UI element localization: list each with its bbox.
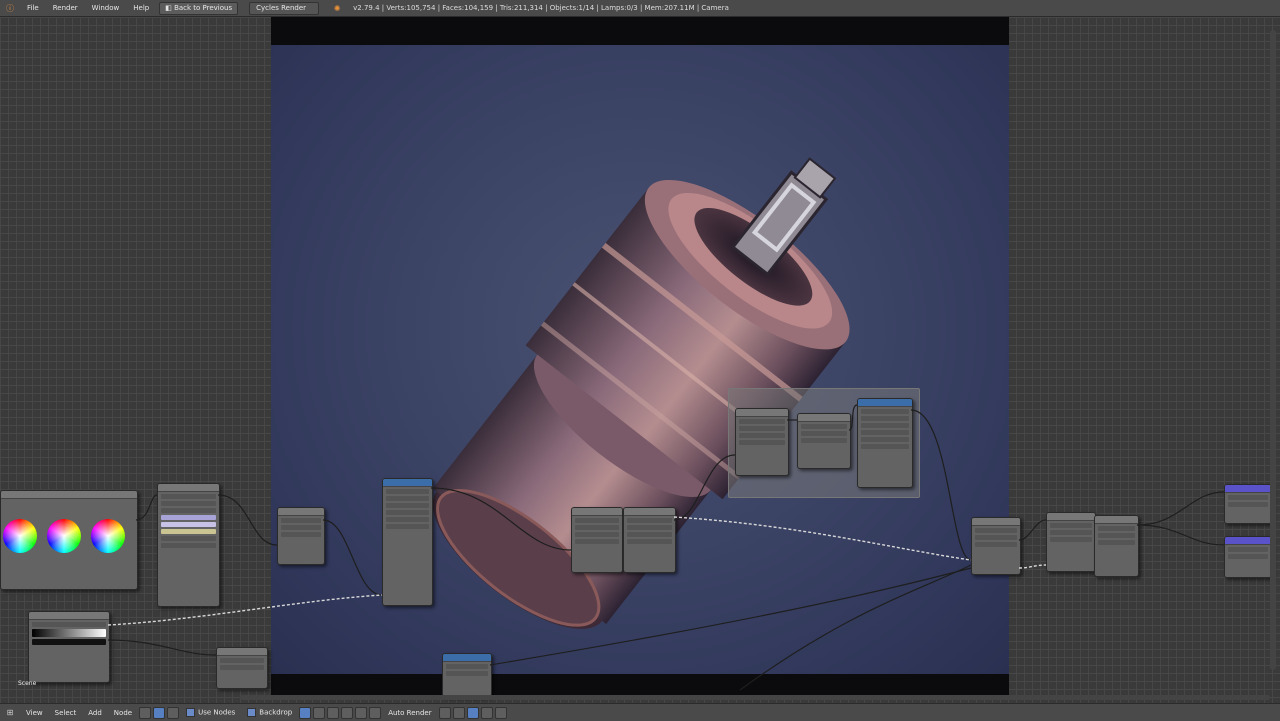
auto-render-toggle[interactable]: Auto Render bbox=[382, 709, 437, 717]
channel-rgba-icon[interactable] bbox=[313, 706, 326, 719]
node-link-highlighted bbox=[107, 594, 383, 626]
menu-view[interactable]: View bbox=[20, 709, 49, 717]
channel-red-icon[interactable] bbox=[327, 706, 340, 719]
copy-nodes-icon[interactable] bbox=[466, 706, 479, 719]
channel-green-icon[interactable] bbox=[341, 706, 354, 719]
backdrop-zoom-icon[interactable] bbox=[369, 706, 382, 719]
node-link bbox=[217, 494, 278, 546]
checkbox-icon bbox=[247, 708, 257, 717]
node-editor-header: ⊞ View Select Add Node Use Nodes Backdro… bbox=[0, 703, 1280, 721]
node-link bbox=[322, 519, 383, 596]
node-link bbox=[135, 494, 158, 521]
node-link bbox=[489, 567, 972, 666]
node-link bbox=[739, 564, 972, 691]
menu-add[interactable]: Add bbox=[82, 709, 108, 717]
horizontal-scrollbar[interactable] bbox=[240, 695, 1270, 700]
node-link bbox=[673, 454, 736, 521]
pin-icon[interactable] bbox=[452, 706, 465, 719]
snap-icon[interactable] bbox=[438, 706, 451, 719]
menu-node[interactable]: Node bbox=[108, 709, 138, 717]
vertical-scrollbar[interactable] bbox=[1270, 30, 1276, 670]
backdrop-label: Backdrop bbox=[259, 708, 293, 717]
scene-name-label: Scene bbox=[18, 680, 37, 687]
texture-nodes-icon[interactable] bbox=[167, 706, 180, 719]
editor-type-icon[interactable]: ⊞ bbox=[4, 708, 16, 718]
node-link bbox=[910, 409, 972, 561]
node-link bbox=[1136, 491, 1225, 526]
use-nodes-label: Use Nodes bbox=[198, 708, 236, 717]
node-link-highlighted bbox=[673, 516, 972, 561]
node-link bbox=[107, 639, 217, 656]
channel-rgb-icon[interactable] bbox=[299, 706, 312, 719]
checkbox-icon bbox=[186, 708, 196, 717]
tool-icon[interactable] bbox=[494, 706, 507, 719]
node-links bbox=[107, 404, 1225, 691]
node-link bbox=[1018, 519, 1047, 541]
node-link bbox=[430, 487, 572, 551]
paste-nodes-icon[interactable] bbox=[480, 706, 493, 719]
channel-blue-icon[interactable] bbox=[355, 706, 368, 719]
compositing-nodes-icon[interactable] bbox=[153, 706, 166, 719]
node-link-highlighted bbox=[1018, 564, 1047, 569]
menu-select[interactable]: Select bbox=[49, 709, 83, 717]
use-nodes-toggle[interactable]: Use Nodes bbox=[180, 708, 241, 717]
shader-nodes-icon[interactable] bbox=[139, 706, 152, 719]
node-link bbox=[848, 404, 858, 431]
auto-render-label: Auto Render bbox=[388, 708, 432, 717]
backdrop-toggle[interactable]: Backdrop bbox=[241, 708, 298, 717]
node-link bbox=[1136, 524, 1225, 546]
